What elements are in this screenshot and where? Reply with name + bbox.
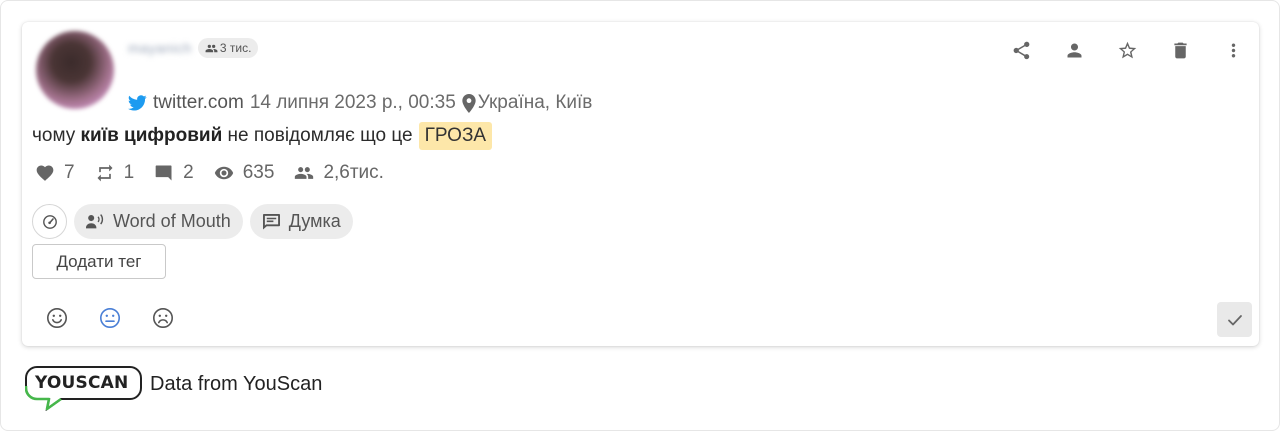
avatar[interactable] (36, 31, 114, 109)
audience-count: 2,6тис. (323, 162, 384, 183)
people-small-icon (205, 44, 218, 52)
sad-icon (153, 308, 173, 328)
footer-caption: Data from YouScan (150, 372, 323, 395)
audience-metric: 2,6тис. (294, 162, 384, 184)
message-icon (262, 213, 280, 230)
tag-chip-label: Word of Mouth (113, 211, 231, 231)
auto-tag-button[interactable] (32, 204, 67, 239)
keyword-highlight: ГРОЗА (418, 122, 493, 150)
retweets-metric: 1 (95, 162, 135, 184)
likes-count: 7 (64, 162, 75, 183)
location-pin-icon (462, 93, 476, 113)
post-date[interactable]: 14 липня 2023 р., 00:35 (250, 92, 456, 114)
confirm-button[interactable] (1217, 302, 1252, 337)
comment-icon (155, 165, 172, 181)
favorite-button[interactable] (1109, 36, 1145, 64)
gauge-icon (42, 214, 57, 229)
author-name[interactable]: mayanich (128, 40, 192, 56)
tag-chip-word-of-mouth[interactable]: Word of Mouth (74, 204, 243, 239)
post-text-start: чому (32, 125, 81, 146)
trash-icon (1173, 42, 1187, 58)
sentiment-neutral-button[interactable] (99, 307, 121, 329)
source-link[interactable]: twitter.com (153, 92, 244, 114)
add-tag-button[interactable]: Додати тег (32, 244, 166, 279)
comments-count: 2 (183, 162, 194, 183)
logo-text: YOUSCAN (35, 373, 129, 393)
check-icon (1227, 314, 1242, 325)
voice-icon (86, 214, 104, 229)
sentiment-selector (46, 307, 174, 329)
followers-badge: 3 тис. (197, 38, 259, 58)
neutral-face-icon (100, 308, 120, 328)
views-metric: 635 (214, 162, 275, 184)
source-row: twitter.com 14 липня 2023 р., 00:35 Укра… (128, 92, 592, 114)
footer: YOUSCAN Data from YouScan (25, 365, 322, 411)
eye-icon (214, 166, 233, 180)
tag-chip-opinion[interactable]: Думка (249, 204, 353, 239)
tags-row: Word of Mouth Думка (32, 204, 353, 239)
author-button[interactable] (1056, 36, 1092, 64)
retweets-count: 1 (123, 162, 135, 183)
delete-button[interactable] (1162, 36, 1198, 64)
metrics-row: 7 1 2 635 2,6тис. (35, 162, 404, 184)
retweet-icon (97, 164, 113, 182)
likes-metric: 7 (35, 162, 75, 184)
post-text-bold: київ цифровий (80, 125, 223, 146)
people-icon (295, 167, 314, 179)
comments-metric: 2 (154, 162, 194, 184)
smile-icon (47, 308, 67, 328)
views-count: 635 (242, 162, 275, 183)
screenshot-frame: mayanich 3 тис. twitter.com 14 липня 202… (0, 0, 1280, 431)
youscan-logo: YOUSCAN (25, 365, 142, 411)
mention-card: mayanich 3 тис. twitter.com 14 липня 202… (22, 22, 1259, 346)
card-actions (1003, 36, 1251, 64)
post-text-end: не повідомляє що це (222, 125, 413, 146)
tag-chip-label: Думка (288, 211, 341, 231)
person-icon (1067, 43, 1081, 57)
twitter-icon (128, 95, 147, 111)
author-row: mayanich 3 тис. (128, 36, 259, 60)
more-button[interactable] (1215, 36, 1251, 64)
share-icon (1013, 41, 1029, 59)
post-text: чому київ цифровий не повідомляє що це ГР… (32, 122, 493, 150)
sentiment-positive-button[interactable] (46, 307, 68, 329)
sentiment-negative-button[interactable] (152, 307, 174, 329)
followers-count: 3 тис. (219, 41, 252, 55)
location: Україна, Київ (477, 92, 593, 113)
star-icon (1118, 41, 1136, 58)
share-button[interactable] (1003, 36, 1039, 64)
more-vert-icon (1231, 43, 1235, 57)
heart-icon (36, 165, 54, 181)
